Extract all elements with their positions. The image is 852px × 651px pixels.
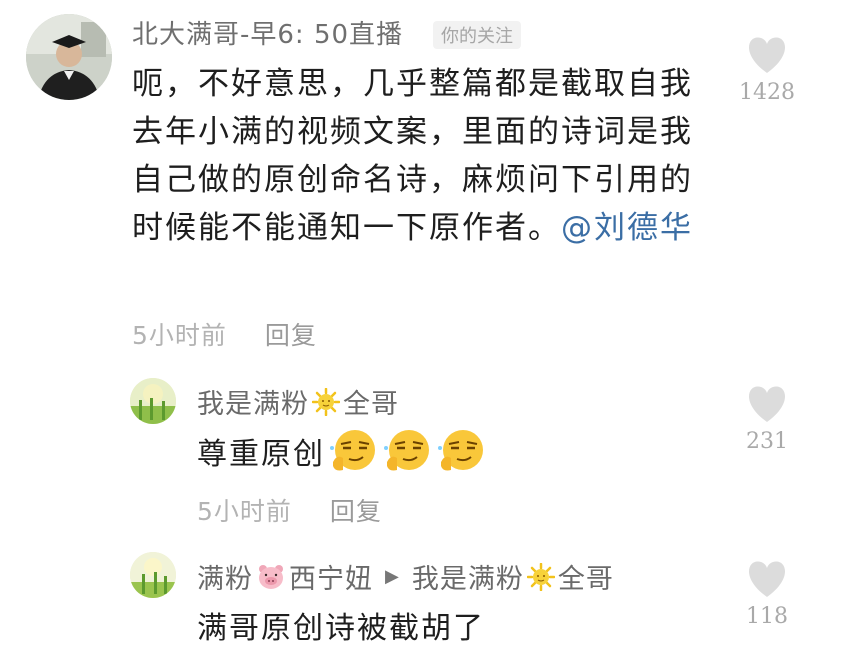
reply-arrow-icon: ▶ bbox=[385, 566, 400, 587]
reply-time: 5小时前 bbox=[197, 497, 292, 526]
comment-meta: 5小时前 回复 bbox=[132, 316, 317, 352]
reply-like-button[interactable]: 118 bbox=[727, 560, 807, 629]
reply-text: 满哥原创诗被截胡了 bbox=[197, 611, 485, 646]
reply-avatar[interactable] bbox=[130, 378, 176, 424]
heart-icon[interactable] bbox=[746, 385, 788, 423]
like-count: 1428 bbox=[739, 80, 795, 105]
commenter-avatar[interactable] bbox=[26, 14, 112, 100]
reply-to-part2[interactable]: 全哥 bbox=[558, 557, 614, 596]
heart-icon[interactable] bbox=[746, 560, 788, 598]
reply-reply-button[interactable]: 回复 bbox=[330, 497, 382, 526]
reply-to-part1[interactable]: 我是满粉 bbox=[412, 557, 524, 596]
smirk-emoji-icon bbox=[384, 430, 429, 471]
reply-username[interactable]: 满粉 西宁妞 ▶ 我是满粉 全哥 bbox=[197, 557, 614, 596]
following-badge: 你的关注 bbox=[433, 21, 521, 49]
reply-like-button[interactable]: 231 bbox=[727, 385, 807, 454]
reply-body: 尊重原创 bbox=[197, 437, 325, 472]
reply-like-count: 231 bbox=[746, 429, 788, 454]
reply-from-part2: 西宁妞 bbox=[289, 564, 373, 595]
smirk-emoji-icon bbox=[438, 430, 483, 471]
heart-icon[interactable] bbox=[746, 36, 788, 74]
mention-link[interactable]: @刘德华 bbox=[561, 210, 693, 246]
reply-text: 尊重原创 bbox=[197, 428, 487, 474]
commenter-name[interactable]: 北大满哥-早6: 50直播 bbox=[132, 14, 403, 51]
sun-icon bbox=[526, 562, 555, 591]
sun-icon bbox=[312, 387, 340, 416]
reply-like-count: 118 bbox=[746, 604, 788, 629]
comment-text: 呃，不好意思，几乎整篇都是截取自我去年小满的视频文案，里面的诗词是我自己做的原创… bbox=[132, 60, 712, 252]
reply-username[interactable]: 我是满粉 全哥 bbox=[197, 382, 399, 421]
reply-from-part1: 满粉 bbox=[197, 564, 253, 595]
reply-avatar[interactable] bbox=[130, 552, 176, 598]
smirk-emoji-icon bbox=[330, 430, 375, 471]
reply-name-part1: 我是满粉 bbox=[197, 389, 309, 420]
reply-name-part2: 全哥 bbox=[343, 389, 399, 420]
pig-icon bbox=[259, 564, 283, 589]
reply-button[interactable]: 回复 bbox=[265, 321, 317, 350]
reply-meta: 5小时前 回复 bbox=[197, 492, 382, 528]
comment-time: 5小时前 bbox=[132, 321, 227, 350]
like-button[interactable]: 1428 bbox=[727, 36, 807, 105]
